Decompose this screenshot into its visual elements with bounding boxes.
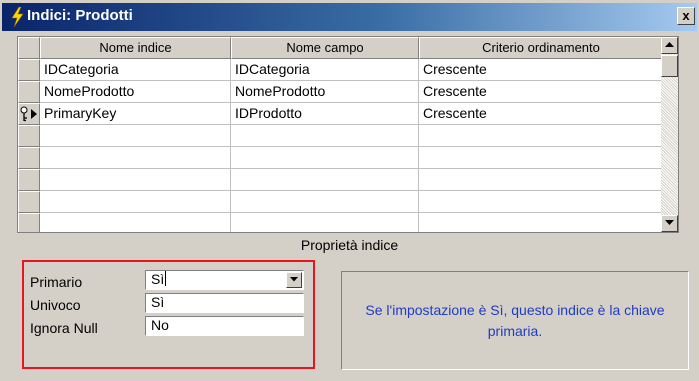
window-title: Indici: Prodotti <box>27 7 133 24</box>
empty-cell[interactable] <box>419 213 663 232</box>
column-header-sort-order[interactable]: Criterio ordinamento <box>419 37 663 59</box>
cell-index-name[interactable]: NomeProdotto <box>40 81 231 103</box>
corner-selector[interactable] <box>18 37 40 59</box>
row-selector-current[interactable] <box>18 103 40 125</box>
indexes-grid: Nome indice Nome campo Criterio ordiname… <box>17 36 679 233</box>
empty-cell[interactable] <box>419 169 663 191</box>
empty-cell[interactable] <box>419 191 663 213</box>
empty-cell[interactable] <box>40 147 231 169</box>
univoco-field[interactable]: Sì <box>145 293 304 313</box>
column-header-field-name[interactable]: Nome campo <box>231 37 419 59</box>
scroll-up-button[interactable] <box>661 37 678 54</box>
empty-cell[interactable] <box>40 191 231 213</box>
cell-sort-order[interactable]: Crescente <box>419 103 663 125</box>
empty-cell[interactable] <box>231 125 419 147</box>
ignora-null-field[interactable]: No <box>145 316 304 336</box>
empty-cell[interactable] <box>40 213 231 232</box>
row-selector[interactable] <box>18 81 40 103</box>
univoco-label: Univoco <box>30 297 81 313</box>
row-selector[interactable] <box>18 191 40 213</box>
lightning-bolt-icon <box>11 7 24 27</box>
section-title: Proprietà indice <box>300 237 399 253</box>
empty-cell[interactable] <box>231 213 419 232</box>
primario-value: Sì <box>151 271 165 287</box>
dropdown-arrow-icon <box>290 277 298 282</box>
row-selector[interactable] <box>18 59 40 81</box>
scroll-up-arrow-icon <box>665 42 674 47</box>
empty-cell[interactable] <box>419 125 663 147</box>
close-button[interactable]: x <box>677 7 695 25</box>
cell-index-name[interactable]: PrimaryKey <box>40 103 231 125</box>
empty-cell[interactable] <box>419 147 663 169</box>
vertical-scrollbar[interactable] <box>661 37 678 232</box>
row-pointer-icon <box>31 109 37 119</box>
title-bar[interactable]: Indici: Prodotti x <box>2 3 697 31</box>
row-selector-column <box>18 37 40 232</box>
cell-sort-order[interactable]: Crescente <box>419 59 663 81</box>
column-header-index-name[interactable]: Nome indice <box>40 37 231 59</box>
row-selector[interactable] <box>18 147 40 169</box>
dropdown-button[interactable] <box>286 272 302 288</box>
empty-cell[interactable] <box>40 169 231 191</box>
primario-label: Primario <box>30 274 83 290</box>
cell-sort-order[interactable]: Crescente <box>419 81 663 103</box>
cell-field-name[interactable]: IDProdotto <box>231 103 419 125</box>
help-text: Se l'impostazione è Sì, questo indice è … <box>365 301 665 339</box>
cell-field-name[interactable]: IDCategoria <box>231 59 419 81</box>
primario-combo[interactable]: Sì <box>145 270 304 290</box>
empty-cell[interactable] <box>231 147 419 169</box>
help-text-panel: Se l'impostazione è Sì, questo indice è … <box>341 271 689 370</box>
text-caret <box>165 271 167 286</box>
key-icon <box>20 106 28 122</box>
scroll-down-arrow-icon <box>665 220 674 225</box>
cell-index-name[interactable]: IDCategoria <box>40 59 231 81</box>
ignora-null-label: Ignora Null <box>30 320 98 336</box>
empty-cell[interactable] <box>231 191 419 213</box>
empty-cell[interactable] <box>40 125 231 147</box>
scroll-down-button[interactable] <box>661 215 678 232</box>
row-selector[interactable] <box>18 213 40 232</box>
empty-cell[interactable] <box>231 169 419 191</box>
index-window: Indici: Prodotti x Nome indice Nome camp… <box>0 0 699 381</box>
scroll-thumb[interactable] <box>661 55 678 77</box>
row-selector[interactable] <box>18 125 40 147</box>
cell-field-name[interactable]: NomeProdotto <box>231 81 419 103</box>
row-selector[interactable] <box>18 169 40 191</box>
